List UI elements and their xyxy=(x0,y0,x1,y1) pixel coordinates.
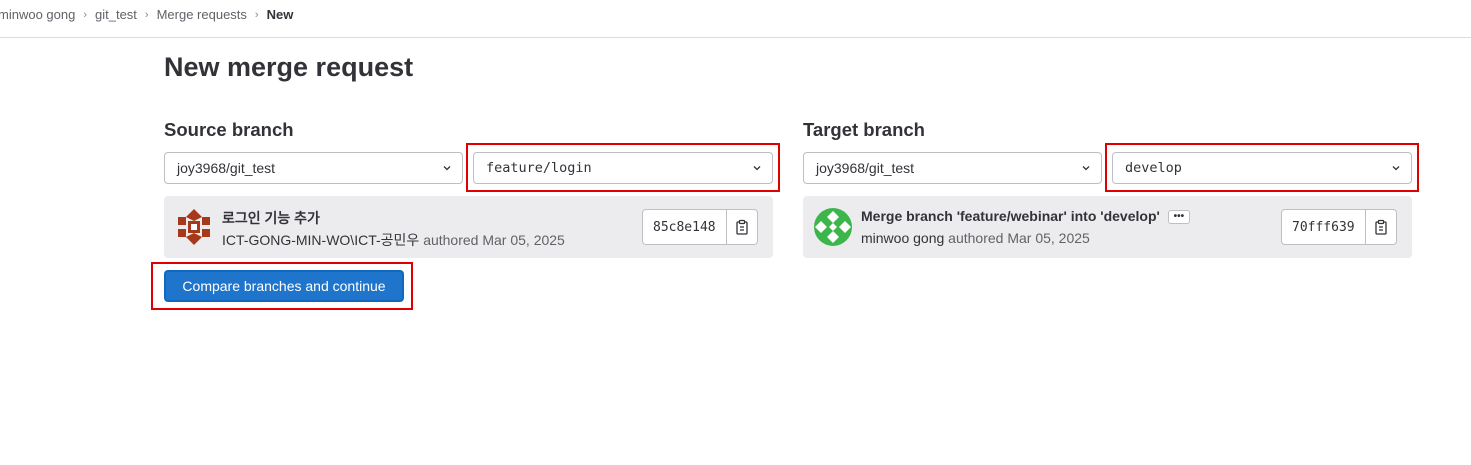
page-title: New merge request xyxy=(164,52,414,82)
target-commit-author[interactable]: minwoo gong xyxy=(861,230,944,246)
source-commit-author[interactable]: ICT-GONG-MIN-WO\ICT-공민우 xyxy=(222,232,419,248)
chevron-down-icon xyxy=(1392,166,1400,171)
target-project-dropdown[interactable]: joy3968/git_test xyxy=(803,152,1102,184)
source-commit-date: authored Mar 05, 2025 xyxy=(423,232,565,248)
target-sha-group: 70fff639 xyxy=(1281,209,1397,245)
clipboard-icon xyxy=(735,219,748,235)
target-copy-sha-button[interactable] xyxy=(1366,210,1396,244)
source-branch-dropdown[interactable]: feature/login xyxy=(473,152,773,184)
target-commit-title[interactable]: Merge branch 'feature/webinar' into 'dev… xyxy=(861,208,1160,224)
target-commit-date: authored Mar 05, 2025 xyxy=(948,230,1090,246)
source-commit-sha[interactable]: 85c8e148 xyxy=(643,210,727,244)
breadcrumb-separator-icon: › xyxy=(254,8,259,21)
target-commit-sha[interactable]: 70fff639 xyxy=(1282,210,1366,244)
source-branch-value: feature/login xyxy=(486,160,592,176)
breadcrumb-user[interactable]: minwoo gong xyxy=(0,7,75,22)
clipboard-icon xyxy=(1374,219,1387,235)
breadcrumb: minwoo gong › git_test › Merge requests … xyxy=(0,0,1471,38)
source-commit-meta: ICT-GONG-MIN-WO\ICT-공민우 authored Mar 05,… xyxy=(222,230,565,250)
compare-branches-button[interactable]: Compare branches and continue xyxy=(164,270,404,302)
chevron-down-icon xyxy=(753,166,761,171)
source-project-value: joy3968/git_test xyxy=(177,160,276,176)
avatar-target-icon xyxy=(813,207,853,247)
target-commit-title-row: Merge branch 'feature/webinar' into 'dev… xyxy=(861,208,1190,225)
target-branch-dropdown[interactable]: develop xyxy=(1112,152,1412,184)
source-sha-group: 85c8e148 xyxy=(642,209,758,245)
breadcrumb-separator-icon: › xyxy=(83,8,87,21)
more-icon[interactable]: ••• xyxy=(1167,210,1190,225)
source-copy-sha-button[interactable] xyxy=(727,210,757,244)
source-commit-title[interactable]: 로그인 기능 추가 xyxy=(222,208,320,228)
chevron-down-icon xyxy=(443,166,451,171)
breadcrumb-merge-requests[interactable]: Merge requests xyxy=(157,7,247,22)
target-project-value: joy3968/git_test xyxy=(816,160,915,176)
avatar-source-icon xyxy=(174,207,214,247)
breadcrumb-separator-icon: › xyxy=(144,8,149,21)
chevron-down-icon xyxy=(1082,166,1090,171)
breadcrumb-project[interactable]: git_test xyxy=(95,7,137,22)
breadcrumb-current[interactable]: New xyxy=(267,7,294,22)
source-branch-heading: Source branch xyxy=(164,119,294,140)
target-branch-value: develop xyxy=(1125,160,1182,176)
source-commit-card: 로그인 기능 추가 ICT-GONG-MIN-WO\ICT-공민우 author… xyxy=(164,196,773,258)
target-branch-heading: Target branch xyxy=(803,119,925,140)
target-commit-meta: minwoo gong authored Mar 05, 2025 xyxy=(861,230,1090,246)
target-commit-card: Merge branch 'feature/webinar' into 'dev… xyxy=(803,196,1412,258)
source-project-dropdown[interactable]: joy3968/git_test xyxy=(164,152,463,184)
